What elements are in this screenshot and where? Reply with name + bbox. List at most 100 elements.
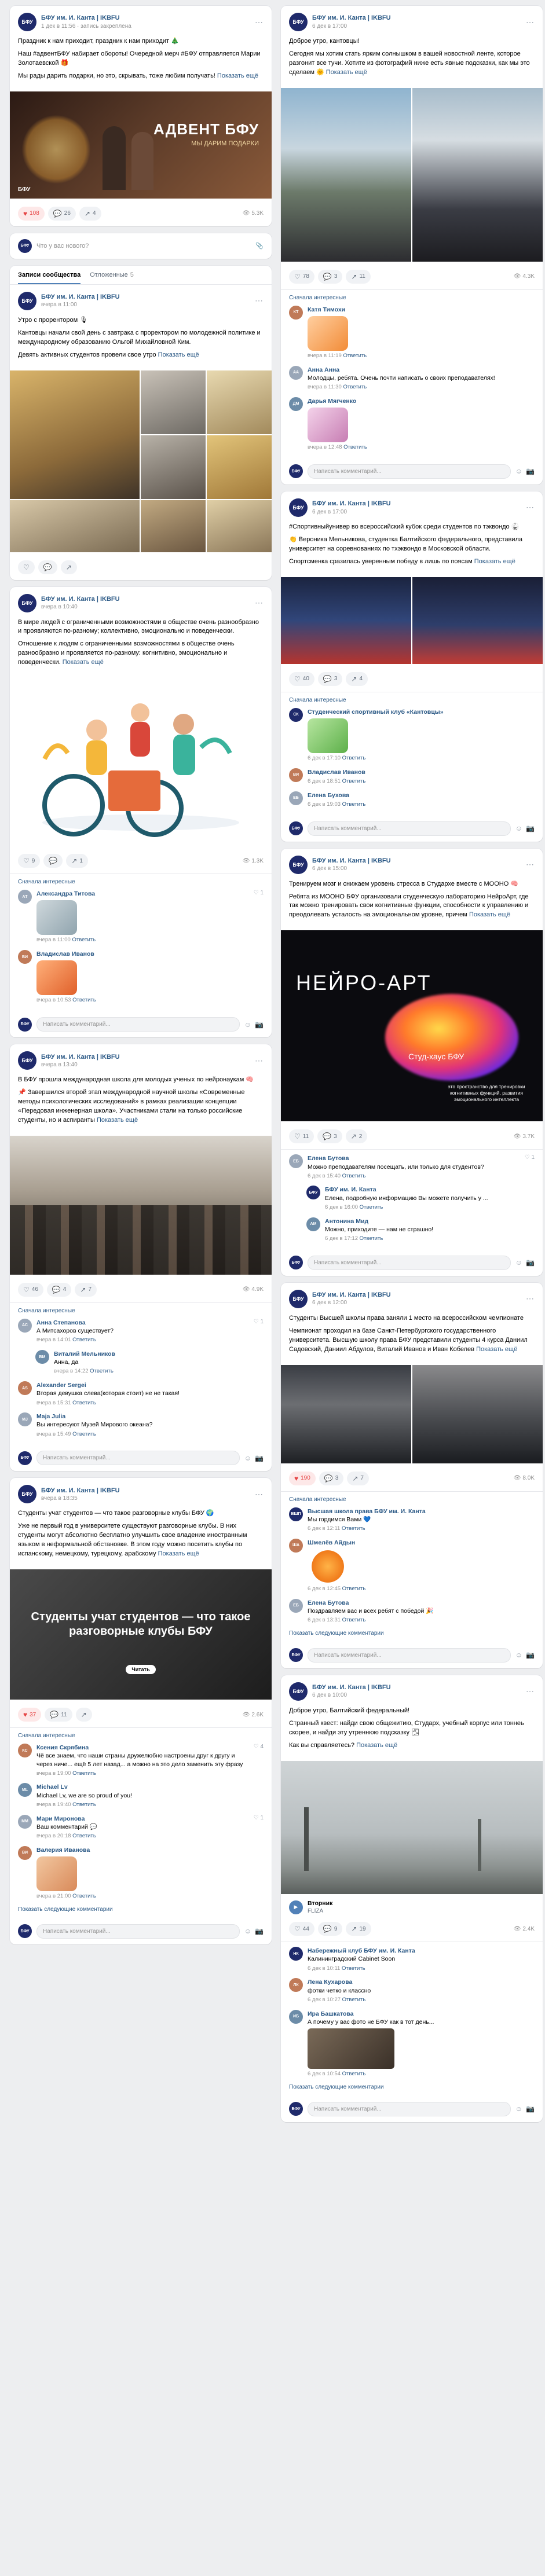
commenter-name[interactable]: Елена Бухова [308,791,535,799]
read-article-button[interactable]: Читать [126,1665,156,1675]
share-button[interactable]: ↗ 11 [346,269,371,284]
commenter-avatar[interactable]: ЕБ [289,791,303,805]
share-button[interactable]: ↗ 4 [79,206,101,221]
commenter-avatar[interactable]: НК [289,1947,303,1961]
show-more-link[interactable]: Показать ещё [217,72,258,79]
share-button[interactable]: ↗ [60,560,77,574]
photo[interactable] [412,577,543,664]
group-name[interactable]: БФУ им. И. Канта | IKBFU [41,1487,250,1495]
like-button[interactable]: ♡ 46 [18,1282,43,1297]
commenter-avatar[interactable]: MJ [18,1412,32,1427]
photo[interactable] [412,1364,543,1463]
show-more-link[interactable]: Показать ещё [63,659,104,666]
commenter-avatar[interactable]: АТ [18,890,32,904]
group-avatar[interactable]: БФУ [289,855,308,874]
post-composer[interactable]: БФУ Что у вас нового? 📎 [10,233,272,259]
group-avatar[interactable]: БФУ [18,291,36,310]
commenter-name[interactable]: Ира Башкатова [308,2010,535,2018]
comment-button[interactable]: 💬 [38,560,57,574]
tab-community-posts[interactable]: Записи сообщества [18,271,81,284]
share-button[interactable]: ↗ 7 [75,1282,97,1297]
group-avatar[interactable]: БФУ [289,498,308,517]
commenter-name[interactable]: Maja Julia [36,1412,264,1421]
commenter-avatar[interactable]: ЕБ [289,1598,303,1613]
share-button[interactable]: ↗ 7 [347,1471,369,1485]
comment-input[interactable]: Написать комментарий... [36,1451,240,1466]
camera-icon[interactable]: 📷 [526,467,535,475]
commenter-avatar[interactable]: ЕБ [289,1154,303,1169]
commenter-avatar[interactable]: ВШП [289,1507,303,1521]
comment-input[interactable]: Написать комментарий... [36,1017,240,1032]
more-icon[interactable]: ⋯ [526,17,535,27]
more-icon[interactable]: ⋯ [255,17,264,27]
commenter-avatar[interactable]: ЛК [289,1978,303,1992]
attach-icon[interactable]: 📎 [255,242,264,249]
commenter-name[interactable]: Лена Кухарова [308,1978,535,1986]
show-more-link[interactable]: Показать ещё [326,69,367,76]
reply-link[interactable]: Ответить [72,997,96,1003]
photo[interactable] [141,435,206,499]
commenter-name[interactable]: Мари Миронова [36,1815,249,1823]
group-avatar[interactable]: БФУ [18,13,36,31]
post-date[interactable]: 6 дек в 17:00 [312,23,521,30]
commenter-name[interactable]: Анна Степанова [36,1319,249,1327]
reply-link[interactable]: Ответить [72,1770,96,1777]
photo[interactable] [141,500,206,552]
comment-like[interactable]: ♡ 1 [254,1815,264,1840]
share-button[interactable]: ↗ 4 [346,671,368,686]
commenter-name[interactable]: Владислав Иванов [36,950,264,958]
comments-sort[interactable]: Сначала интересные [289,697,535,703]
share-button[interactable]: ↗ 2 [345,1129,368,1144]
camera-icon[interactable]: 📷 [255,1454,264,1462]
reply-link[interactable]: Ответить [342,778,366,784]
commenter-avatar[interactable]: ИБ [289,2009,303,2024]
post-image[interactable] [10,1135,272,1275]
post-image[interactable]: АДВЕНТ БФУ МЫ ДАРИМ ПОДАРКИ БФУ [10,91,272,199]
reply-link[interactable]: Ответить [342,1586,366,1592]
commenter-name[interactable]: Дарья Мягченко [308,397,535,405]
comment-like[interactable]: ♡ 4 [254,1744,264,1777]
play-icon[interactable]: ▶ [289,1900,303,1914]
commenter-name[interactable]: Набережный клуб БФУ им. И. Канта [308,1947,535,1955]
comments-sort[interactable]: Сначала интересные [289,295,535,301]
commenter-name[interactable]: Виталий Мельников [54,1350,264,1358]
comment-button[interactable]: 💬 3 [317,1129,342,1144]
show-more-link[interactable]: Показать ещё [97,1117,138,1124]
comment-button[interactable]: 💬 3 [317,269,343,284]
reply-link[interactable]: Ответить [72,1801,96,1808]
group-name[interactable]: БФУ им. И. Канта | IKBFU [41,1053,250,1061]
show-more-link[interactable]: Показать ещё [476,1346,517,1353]
show-more-link[interactable]: Показать ещё [356,1742,397,1749]
comment-like[interactable]: ♡ 1 [254,890,264,944]
more-icon[interactable]: ⋯ [255,1056,264,1066]
photo[interactable] [207,370,272,434]
reply-link[interactable]: Ответить [360,1204,383,1210]
commenter-avatar[interactable]: АМ [306,1217,320,1231]
audio-track[interactable]: ▶ Вторник FLIZA [281,1898,543,1918]
comment-button[interactable]: 💬 3 [317,671,343,686]
share-button[interactable]: ↗ 1 [66,854,88,868]
comment-input[interactable]: Написать комментарий... [36,1924,240,1939]
camera-icon[interactable]: 📷 [526,2105,535,2113]
comment-like[interactable]: ♡ 1 [254,1319,264,1344]
post-date[interactable]: вчера в 13:40 [41,1061,250,1069]
show-more-link[interactable]: Показать ещё [158,351,199,358]
reply-link[interactable]: Ответить [72,1431,96,1437]
comment-input[interactable]: Написать комментарий... [308,464,511,479]
emoji-icon[interactable]: ☺ [515,2105,522,2113]
commenter-avatar[interactable]: ША [289,1538,303,1553]
group-avatar[interactable]: БФУ [289,1289,308,1308]
commenter-avatar[interactable]: ВИ [289,768,303,782]
reply-link[interactable]: Ответить [90,1368,114,1374]
share-button[interactable]: ↗ 19 [346,1922,371,1936]
like-button[interactable]: ♡ 11 [289,1129,314,1144]
group-name[interactable]: БФУ им. И. Канта | IKBFU [312,14,521,22]
reply-link[interactable]: Ответить [72,1833,96,1839]
like-button[interactable]: ♥ 108 [18,206,45,221]
commenter-avatar[interactable]: КС [18,1744,32,1758]
reply-link[interactable]: Ответить [72,1337,96,1343]
comments-sort[interactable]: Сначала интересные [289,1496,535,1503]
audio-artist[interactable]: FLIZA [308,1907,535,1915]
like-button[interactable]: ♡ 40 [289,671,314,686]
article-cover[interactable]: Студенты учат студентов — что такое разг… [10,1569,272,1700]
